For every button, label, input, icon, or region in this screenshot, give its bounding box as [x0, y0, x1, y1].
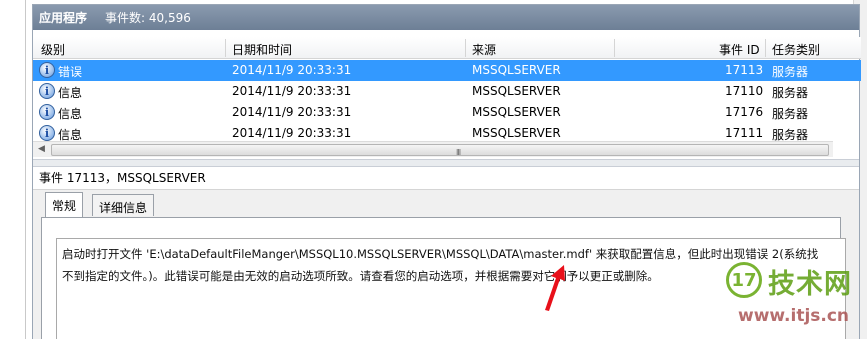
row-datetime: 2014/11/9 20:33:31: [232, 84, 352, 98]
column-divider[interactable]: [465, 39, 466, 57]
row-level: 错误: [58, 65, 83, 79]
row-category: 服务器: [772, 107, 809, 121]
watermark-name: 技术网: [768, 269, 852, 300]
site-watermark: 17 技术网 www.itjs.cn: [726, 262, 866, 334]
event-count: 事件数: 40,596: [105, 11, 191, 25]
tab-content: 启动时打开文件 'E:\dataDefaultFileManger\MSSQL1…: [41, 217, 846, 339]
scroll-left-icon[interactable]: ◀: [38, 144, 45, 154]
log-titlebar: 应用程序 事件数: 40,596: [33, 5, 859, 30]
watermark-logo-icon: 17: [726, 262, 762, 298]
row-source: MSSQLSERVER: [472, 126, 561, 140]
watermark-url: www.itjs.cn: [738, 306, 850, 326]
row-category: 服务器: [772, 86, 809, 100]
column-divider[interactable]: [765, 39, 766, 57]
info-icon: i: [39, 83, 55, 99]
tab-details[interactable]: 详细信息: [92, 194, 155, 216]
row-source: MSSQLSERVER: [472, 105, 561, 119]
horizontal-scrollbar[interactable]: ◀ III: [33, 141, 833, 157]
column-header-category[interactable]: 任务类别: [772, 41, 820, 58]
scrollbar-grip: III: [456, 148, 461, 157]
row-level: 信息: [58, 86, 83, 100]
row-datetime: 2014/11/9 20:33:31: [232, 105, 352, 119]
column-header-source[interactable]: 来源: [472, 41, 496, 58]
log-title: 应用程序: [39, 11, 88, 25]
info-icon: i: [39, 62, 55, 78]
tab-general[interactable]: 常规: [45, 192, 84, 217]
row-event-id: 17113: [725, 63, 764, 77]
event-list-header: 级别 日期和时间 来源 事件 ID 任务类别: [33, 37, 861, 59]
event-message-line: 启动时打开文件 'E:\dataDefaultFileManger\MSSQL1…: [62, 247, 819, 261]
left-navigation-strip: [0, 0, 26, 339]
column-header-event-id[interactable]: 事件 ID: [719, 41, 760, 58]
row-event-id: 17111: [725, 126, 764, 140]
column-header-level[interactable]: 级别: [41, 41, 65, 58]
table-row[interactable]: i 错误 2014/11/9 20:33:31 MSSQLSERVER 1711…: [33, 60, 861, 81]
row-level: 信息: [58, 107, 83, 121]
scrollbar-thumb[interactable]: III: [51, 144, 829, 157]
info-icon: i: [39, 104, 55, 120]
info-icon: i: [39, 125, 55, 141]
column-divider[interactable]: [225, 39, 226, 57]
row-datetime: 2014/11/9 20:33:31: [232, 126, 352, 140]
row-source: MSSQLSERVER: [472, 63, 561, 77]
row-datetime: 2014/11/9 20:33:31: [232, 63, 352, 77]
row-event-id: 17176: [725, 105, 764, 119]
column-divider[interactable]: [614, 39, 615, 57]
event-detail-title: 事件 17113，MSSQLSERVER: [39, 171, 206, 185]
event-message-line: 不到指定的文件。)。此错误可能是由无效的启动选项所致。请查看您的启动选项，并根据…: [62, 269, 659, 283]
pane-splitter[interactable]: [33, 159, 859, 167]
table-row[interactable]: i 信息 2014/11/9 20:33:31 MSSQLSERVER 1717…: [33, 102, 861, 123]
row-source: MSSQLSERVER: [472, 84, 561, 98]
table-row[interactable]: i 信息 2014/11/9 20:33:31 MSSQLSERVER 1711…: [33, 81, 861, 102]
row-event-id: 17110: [725, 84, 764, 98]
column-header-datetime[interactable]: 日期和时间: [232, 41, 292, 58]
annotation-arrow-icon: [545, 265, 565, 311]
row-category: 服务器: [772, 65, 809, 79]
